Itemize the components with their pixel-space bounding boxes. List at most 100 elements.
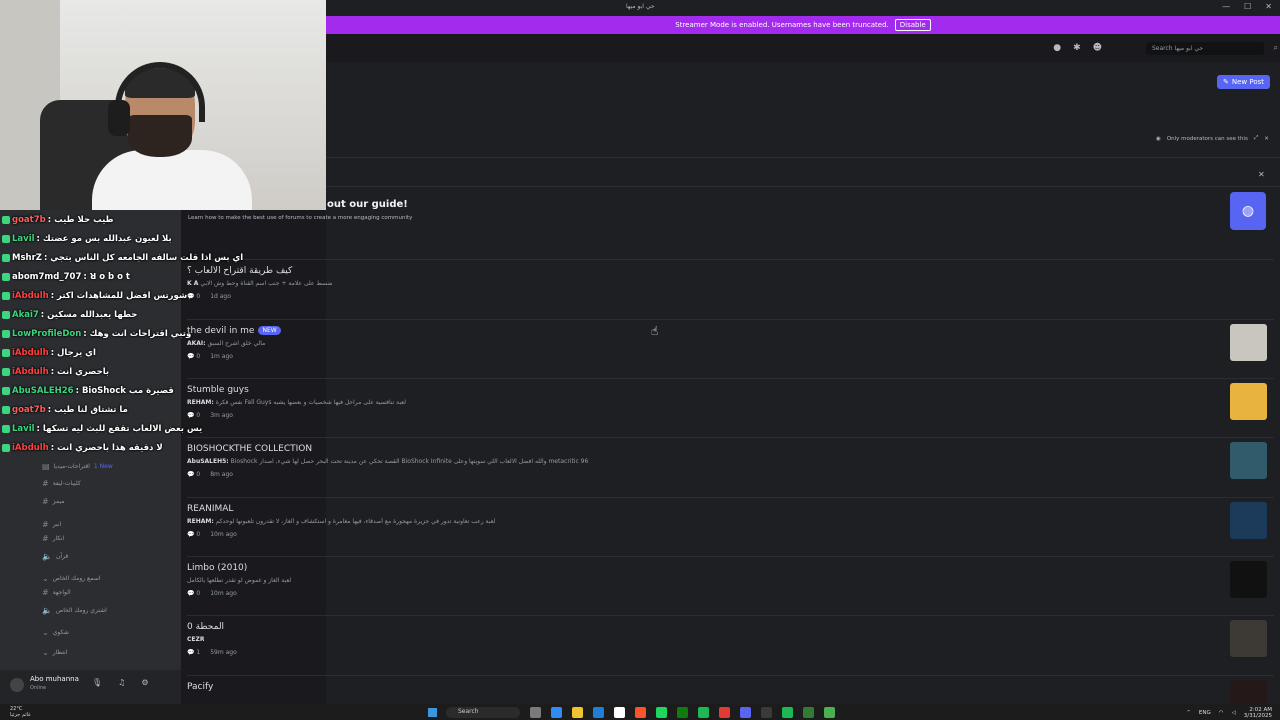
- microphone-icon[interactable]: 🎙: [92, 678, 102, 687]
- channel-label: شكوي: [52, 629, 69, 636]
- post-title[interactable]: Pacify: [187, 682, 213, 692]
- subscriber-badge-icon: [2, 235, 10, 243]
- forum-post[interactable]: كيف طريقة اقتراح الالعاب ؟ K A ضسط على عل…: [181, 262, 1274, 318]
- close-button[interactable]: ✕: [1265, 2, 1272, 11]
- dismiss-icon[interactable]: ✕: [1264, 136, 1269, 142]
- channel-item[interactable]: ⌄ اسمع رومك الخاص: [42, 574, 100, 583]
- channel-item[interactable]: ▤ اقتراحات-ميديا 1 New: [42, 462, 113, 471]
- post-preview: لعبة الغاز و غموض لو تقدر تطلعها بالكامل: [187, 577, 291, 584]
- post-thumbnail[interactable]: [1230, 324, 1267, 361]
- app-spotify-icon[interactable]: [656, 707, 667, 718]
- app-brave-icon[interactable]: [635, 707, 646, 718]
- post-title-text: المحطة 0: [187, 622, 225, 632]
- post-thumbnail[interactable]: [1230, 383, 1267, 420]
- notification-icon[interactable]: ✱: [1073, 43, 1081, 53]
- post-meta: 💬 1 59m ago: [187, 649, 237, 656]
- post-title-text: REANIMAL: [187, 504, 234, 514]
- minimize-button[interactable]: —: [1222, 2, 1230, 11]
- webcam-streamer-body: [92, 150, 252, 210]
- volume-icon[interactable]: ◁: [1232, 710, 1236, 716]
- maximize-button[interactable]: ☐: [1244, 2, 1251, 11]
- post-preview: REHAM: لعبة رعب تعاونية تدور في جزيرة مه…: [187, 518, 495, 525]
- app-game-icon[interactable]: [803, 707, 814, 718]
- post-thumbnail[interactable]: [1230, 561, 1267, 598]
- channel-item[interactable]: 🔈 قرآن: [42, 552, 68, 561]
- app-store-icon[interactable]: [614, 707, 625, 718]
- post-preview-text: لعبة رعب تعاونية تدور في جزيرة مهجورة مع…: [215, 518, 496, 525]
- reply-count: 1: [196, 649, 201, 656]
- channel-item[interactable]: ⌄ انتظار: [42, 648, 68, 657]
- post-title[interactable]: the devil in me NEW: [187, 326, 281, 336]
- search-icon[interactable]: ⌕: [1274, 43, 1278, 53]
- channel-hash-icon: #: [42, 520, 49, 529]
- wifi-icon[interactable]: ◠: [1219, 710, 1224, 716]
- settings-gear-icon[interactable]: ⚙: [141, 678, 148, 687]
- post-title[interactable]: BIOSHOCKTHE COLLECTION: [187, 444, 312, 454]
- channel-item[interactable]: # انكار: [42, 534, 64, 543]
- expand-icon[interactable]: ⤢: [1254, 135, 1258, 142]
- post-thumbnail[interactable]: [1230, 442, 1267, 479]
- app-xbox-icon[interactable]: [677, 707, 688, 718]
- channel-item[interactable]: # ميمز: [42, 497, 65, 506]
- chat-username: abom7md_707: [12, 272, 82, 282]
- weather-widget[interactable]: 22°C غائم جزئيا: [10, 706, 31, 718]
- clock[interactable]: 2:02 AM 3/31/2025: [1244, 707, 1272, 719]
- forum-post[interactable]: the devil in me NEW AKAI: مالي خلق اشرح ال…: [181, 322, 1274, 378]
- new-post-label: New Post: [1231, 78, 1265, 86]
- replies-icon: 💬 0: [187, 590, 201, 597]
- channel-item[interactable]: # انبر: [42, 520, 61, 529]
- channel-category-icon: ⌄: [42, 628, 49, 637]
- post-title[interactable]: المحطة 0: [187, 622, 224, 632]
- subscriber-badge-icon: [2, 311, 10, 319]
- post-time: 8m ago: [210, 471, 233, 478]
- avatar[interactable]: [10, 678, 24, 692]
- forum-post[interactable]: Stumble guys REHAM: نفس فكرة Fall Guys لع…: [181, 381, 1274, 437]
- channel-item[interactable]: 🔈 اشتري رومك الخاص: [42, 606, 107, 615]
- app-edge-icon[interactable]: [593, 707, 604, 718]
- taskbar-search-label: Search: [458, 708, 479, 715]
- search-input[interactable]: Search حي ابو ميها: [1146, 42, 1264, 55]
- app-widgets-icon[interactable]: [530, 707, 541, 718]
- chat-username: goat7b: [12, 215, 46, 225]
- language-indicator[interactable]: ENG: [1199, 710, 1211, 716]
- post-meta: 💬 0 10m ago: [187, 531, 237, 538]
- app-misc-icon[interactable]: [782, 707, 793, 718]
- app-file-explorer-icon[interactable]: [572, 707, 583, 718]
- chat-message: abom7md_707: ꓤ o b o t: [2, 269, 130, 285]
- post-title[interactable]: كيف طريقة اقتراح الالعاب ؟: [187, 266, 292, 276]
- channel-item[interactable]: ⌄ شكوي: [42, 628, 69, 637]
- app-copilot-icon[interactable]: [551, 707, 562, 718]
- new-post-button[interactable]: ✎ New Post: [1217, 75, 1271, 89]
- app-tool-icon[interactable]: [824, 707, 835, 718]
- guide-chat-icon: ◍: [1230, 192, 1266, 230]
- windows-start-icon[interactable]: [428, 708, 437, 717]
- app-red-app-icon[interactable]: [719, 707, 730, 718]
- info-icon[interactable]: ●: [1053, 43, 1061, 53]
- forum-post[interactable]: Limbo (2010) لعبة الغاز و غموض لو تقدر ت…: [181, 559, 1274, 615]
- app-discord-icon[interactable]: [740, 707, 751, 718]
- tray-chevron-icon[interactable]: ⌃: [1186, 710, 1191, 716]
- forum-post[interactable]: REANIMAL REHAM: لعبة رعب تعاونية تدور في …: [181, 500, 1274, 556]
- post-title[interactable]: Limbo (2010): [187, 563, 247, 573]
- taskbar-search[interactable]: Search: [446, 707, 520, 718]
- guide-close-icon[interactable]: ✕: [1258, 170, 1265, 179]
- headphones-icon[interactable]: ♫: [118, 678, 125, 687]
- forum-post[interactable]: المحطة 0 CEZR 💬 1 59m ago: [181, 618, 1274, 674]
- moderator-note-text: Only moderators can see this: [1166, 135, 1248, 142]
- chat-message: LowProfileDon: وتبي اقتراحات انت وهك: [2, 326, 191, 342]
- channel-item[interactable]: # الواجهة: [42, 588, 71, 597]
- post-title[interactable]: REANIMAL: [187, 504, 233, 514]
- channel-label: اسمع رومك الخاص: [52, 575, 101, 582]
- app-green-app-icon[interactable]: [698, 707, 709, 718]
- members-icon[interactable]: ☻: [1093, 43, 1102, 53]
- channel-item[interactable]: # كليبات-ليفة: [42, 479, 81, 488]
- disable-streamer-mode-button[interactable]: Disable: [894, 19, 931, 31]
- forum-post[interactable]: BIOSHOCKTHE COLLECTION AbuSALEH5: Bioshoc…: [181, 440, 1274, 496]
- chat-username: Akai7: [12, 310, 39, 320]
- app-obs-icon[interactable]: [761, 707, 772, 718]
- post-thumbnail[interactable]: [1230, 502, 1267, 539]
- post-divider: [187, 437, 1274, 438]
- screen: حي ابو ميها — ☐ ✕ Streamer Mode is enabl…: [0, 0, 1280, 720]
- post-thumbnail[interactable]: [1230, 620, 1267, 657]
- post-meta: 💬 0 8m ago: [187, 471, 233, 478]
